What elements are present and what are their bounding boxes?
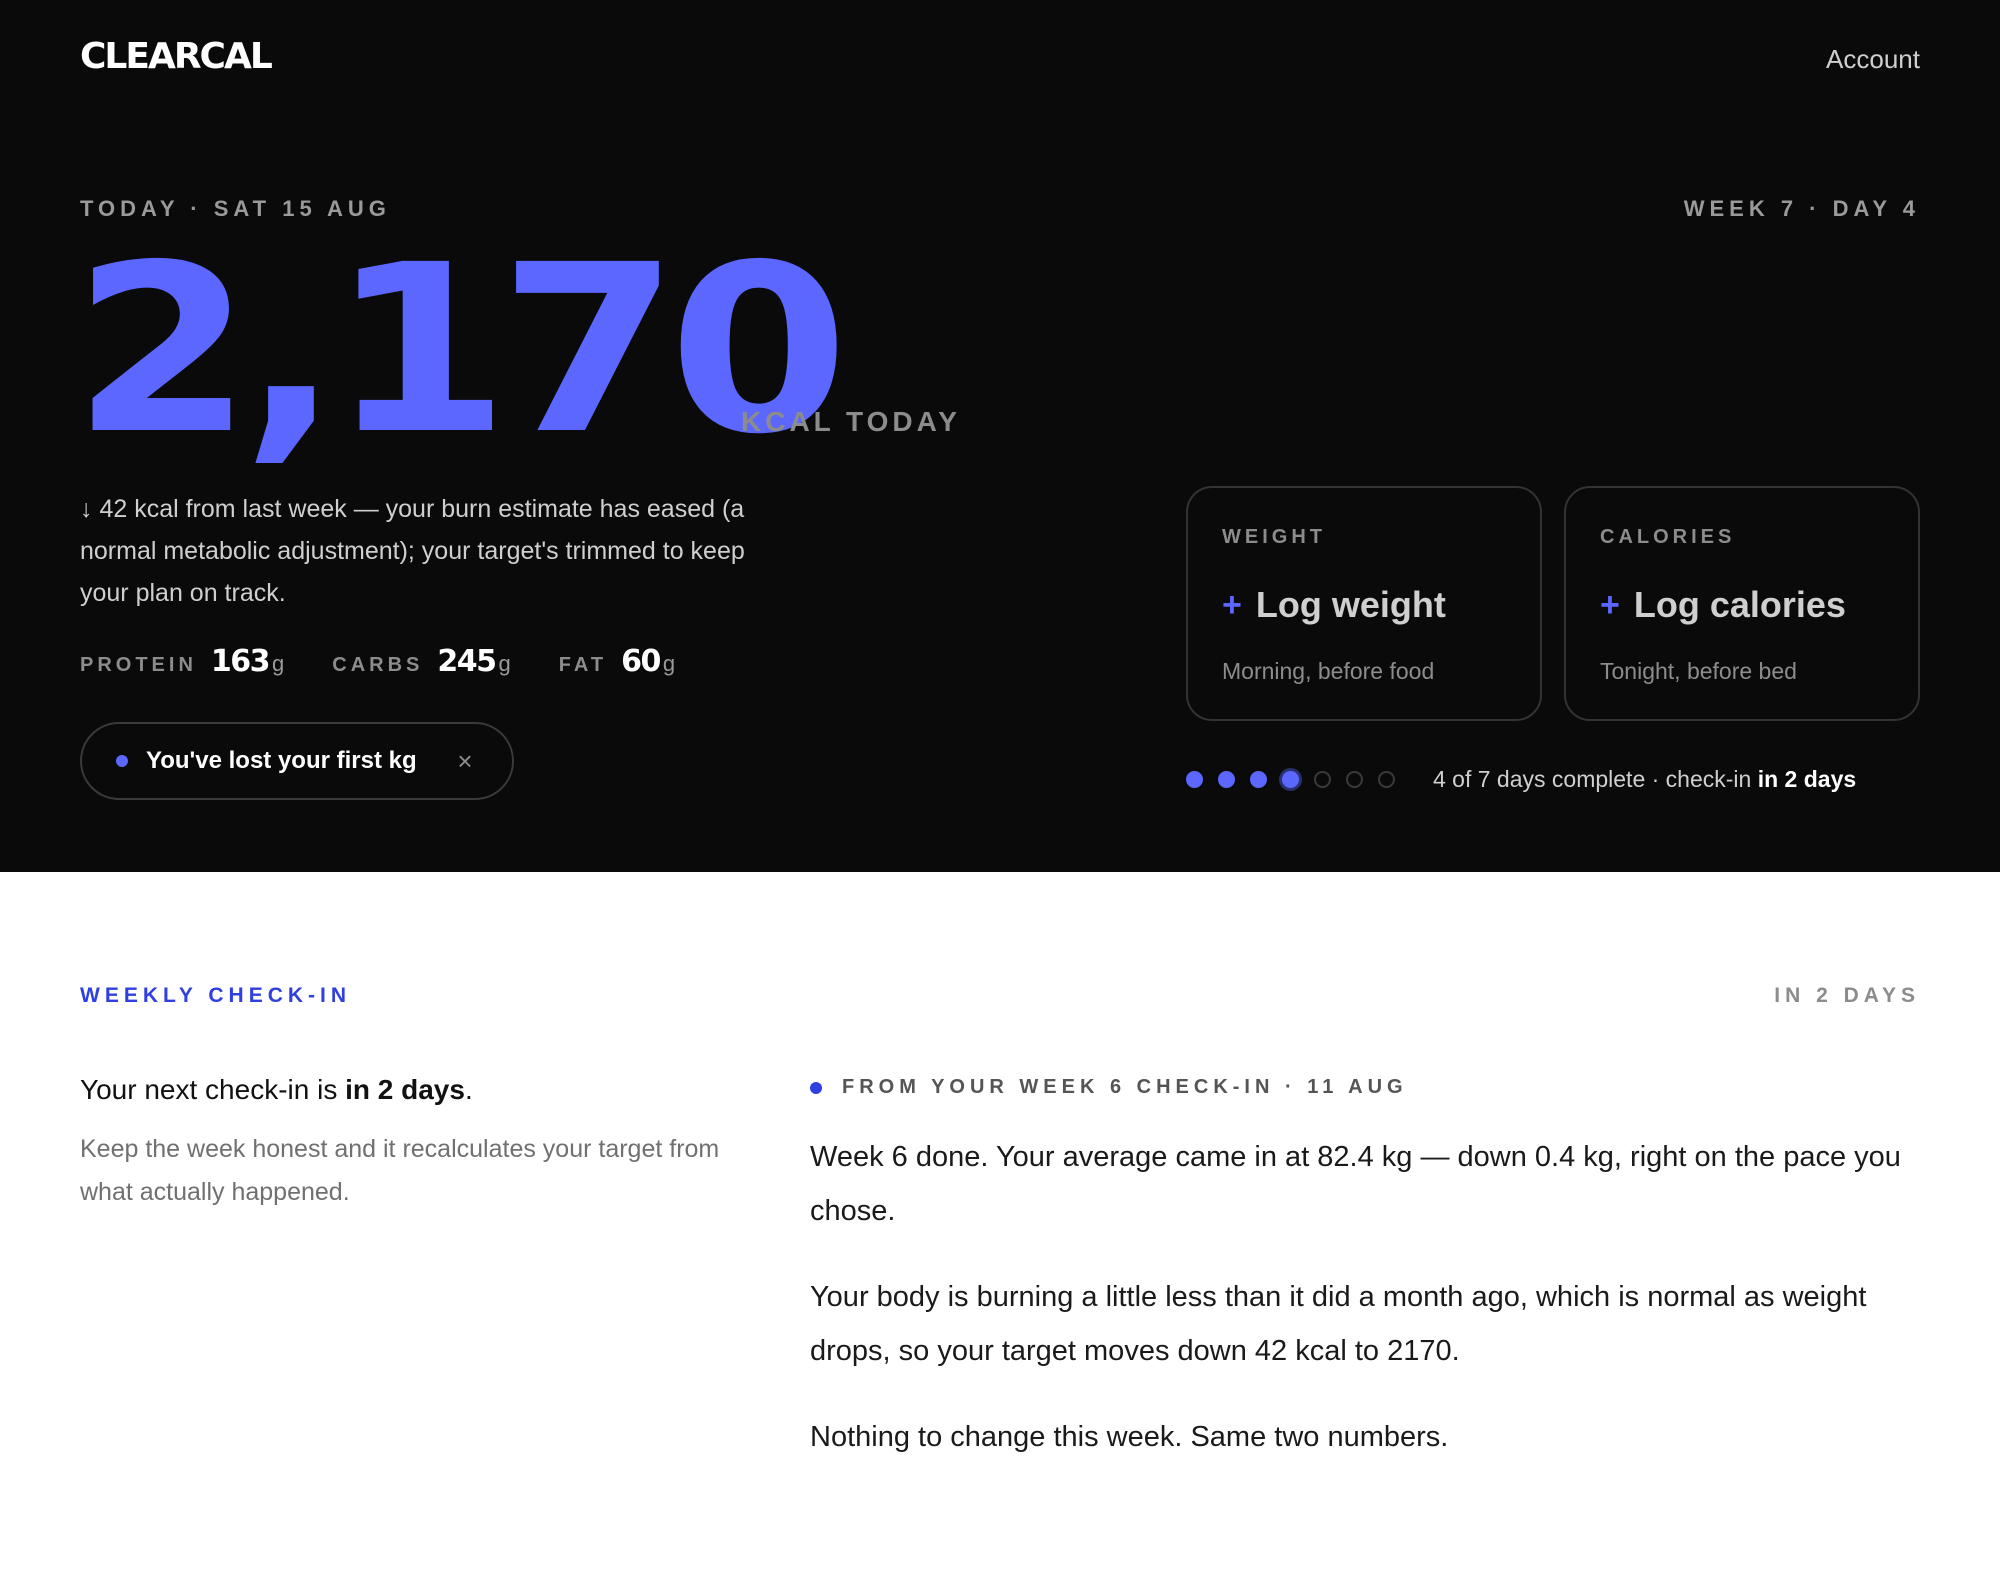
card-title: Log calories [1633,584,1846,625]
card-eyebrow: WEIGHT [1222,526,1326,548]
log-weight-button[interactable]: + Log weight [1222,584,1446,626]
plus-icon: + [1600,586,1620,624]
macros-row: PROTEIN 163 g CARBS 245 g FAT 60 g [80,644,723,679]
kcal-label: KCAL TODAY [741,406,961,437]
card-eyebrow: CALORIES [1600,526,1736,548]
from-label-text: FROM YOUR WEEK 6 CHECK-IN · 11 AUG [842,1076,1408,1098]
kcal-value: 2,170 [72,215,849,485]
checkin-when: IN 2 DAYS [1774,984,1920,1007]
progress-dot [1346,771,1363,788]
progress-dot [1250,771,1267,788]
checkin-paragraph: Week 6 done. Your average came in at 82.… [810,1141,1901,1227]
weekly-checkin-section: WEEKLY CHECK-IN IN 2 DAYS Your next chec… [0,872,2000,1582]
progress-text: 4 of 7 days complete · check-in in 2 day… [1433,766,1857,792]
checkin-paragraph: Your body is burning a little less than … [810,1281,1867,1367]
macro-value: 60 [621,644,661,679]
plus-icon: + [1222,586,1242,624]
progress-text-emphasis: in 2 days [1757,766,1857,792]
close-icon[interactable]: × [452,748,478,774]
next-checkin-emphasis: in 2 days [345,1074,465,1105]
section-title: WEEKLY CHECK-IN [80,984,352,1007]
checkin-explainer: Keep the week honest and it recalculates… [80,1135,720,1206]
macro-carbs: CARBS 245 g [332,644,511,679]
card-subtitle: Morning, before food [1222,658,1435,684]
progress-dot [1282,771,1299,788]
checkin-paragraph: Nothing to change this week. Same two nu… [810,1421,1449,1453]
from-checkin-label: FROM YOUR WEEK 6 CHECK-IN · 11 AUG [810,1076,1408,1099]
macro-unit: g [272,651,285,676]
log-calories-button[interactable]: + Log calories [1600,584,1846,626]
macro-label: PROTEIN [80,654,197,676]
macro-fat: FAT 60 g [559,644,675,679]
macro-unit: g [498,651,511,676]
milestone-text: You've lost your first kg [146,747,417,774]
week-progress: 4 of 7 days complete · check-in in 2 day… [1186,766,1856,793]
next-checkin-text: Your next check-in is in 2 days. [80,1074,473,1105]
log-weight-card[interactable]: WEIGHT + Log weight Morning, before food [1186,486,1542,721]
macro-label: CARBS [332,654,424,676]
macro-value: 245 [437,644,497,679]
macro-protein: PROTEIN 163 g [80,644,284,679]
kcal-change-note: ↓ 42 kcal from last week — your burn est… [80,495,745,607]
today-hero: CLEARCAL Account TODAY · SAT 15 AUG WEEK… [0,0,2000,872]
macro-label: FAT [558,654,608,676]
logo[interactable]: CLEARCAL [80,36,273,77]
macro-unit: g [662,651,676,676]
card-subtitle: Tonight, before bed [1600,658,1797,684]
card-title: Log weight [1255,584,1446,625]
account-link[interactable]: Account [1826,44,1920,75]
milestone-badge[interactable]: You've lost your first kg × [80,722,514,800]
log-calories-card[interactable]: CALORIES + Log calories Tonight, before … [1564,486,1920,721]
progress-dot [1186,771,1203,788]
milestone-dot-icon [116,755,128,767]
progress-dot [1314,771,1331,788]
progress-dot [1218,771,1235,788]
bullet-dot-icon [810,1081,822,1094]
macro-value: 163 [210,644,271,679]
week-day-label: WEEK 7 · DAY 4 [1683,196,1920,221]
progress-dot [1378,771,1395,788]
